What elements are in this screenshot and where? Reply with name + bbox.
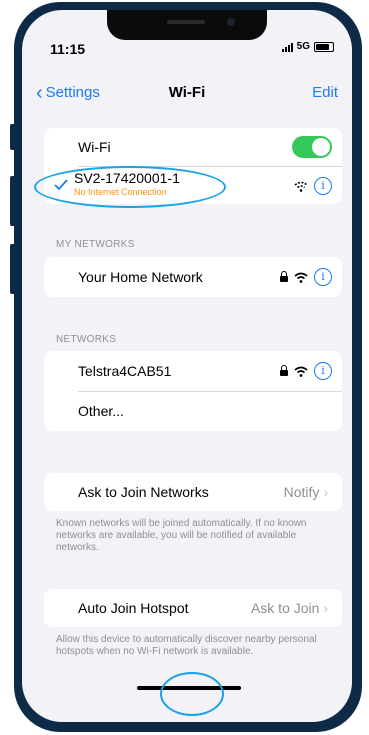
wifi-no-internet-icon [294,181,308,192]
nav-bar: ‹ Settings Wi-Fi Edit [22,82,352,106]
network-name: Telstra4CAB51 [78,363,172,379]
lock-icon [280,365,288,376]
network-row[interactable]: Your Home Network i [44,257,342,297]
speaker [167,20,205,24]
network-icons: i [280,268,332,286]
wifi-toggle-label: Wi-Fi [78,139,111,155]
chevron-right-icon: › [323,600,328,616]
ask-to-join-note: Known networks will be joined automatica… [56,518,307,553]
ask-to-join-value: Notify › [283,484,328,500]
auto-join-label: Auto Join Hotspot [78,600,189,616]
auto-join-value: Ask to Join › [250,600,328,616]
screen: 11:15 5G ‹ Settings Wi-Fi Edit Wi-Fi SV2… [22,10,352,722]
info-icon[interactable]: i [314,362,332,380]
home-highlight-annotation [160,672,224,716]
wifi-icon [294,272,308,283]
wifi-icon [294,366,308,377]
silent-switch [10,124,16,150]
signal-icon [281,42,293,52]
networks-title: NETWORKS [56,334,117,345]
edit-button[interactable]: Edit [312,84,338,101]
info-icon[interactable]: i [314,177,332,195]
network-row[interactable]: Telstra4CAB51 i [44,351,342,391]
ask-to-join-row[interactable]: Ask to Join Networks Notify › [44,473,342,511]
connected-network-icons: i [294,177,332,195]
camera [227,18,235,26]
page-title: Wi-Fi [168,84,206,101]
network-name: Your Home Network [78,269,203,285]
info-icon[interactable]: i [314,268,332,286]
networks-group: Telstra4CAB51 i Other... [44,351,342,431]
highlight-annotation [34,166,226,208]
lock-icon [280,271,288,282]
auto-join-row[interactable]: Auto Join Hotspot Ask to Join › [44,589,342,627]
my-networks-group: Your Home Network i [44,257,342,297]
network-icons: i [280,362,332,380]
auto-join-note: Allow this device to automatically disco… [56,634,317,657]
ask-to-join-label: Ask to Join Networks [78,484,209,500]
notch [107,10,267,40]
other-network-row[interactable]: Other... [44,391,342,431]
wifi-toggle[interactable] [292,136,332,158]
volume-down-button [10,244,16,294]
network-type: 5G [296,41,310,52]
status-time: 11:15 [50,41,86,57]
auto-join-group: Auto Join Hotspot Ask to Join › [44,589,342,627]
chevron-right-icon: › [323,484,328,500]
wifi-toggle-row: Wi-Fi [44,128,342,166]
status-right: 5G [281,41,334,52]
volume-up-button [10,176,16,226]
ask-to-join-group: Ask to Join Networks Notify › [44,473,342,511]
my-networks-title: MY NETWORKS [56,239,135,250]
other-network-label: Other... [78,403,124,419]
battery-icon [314,41,334,52]
